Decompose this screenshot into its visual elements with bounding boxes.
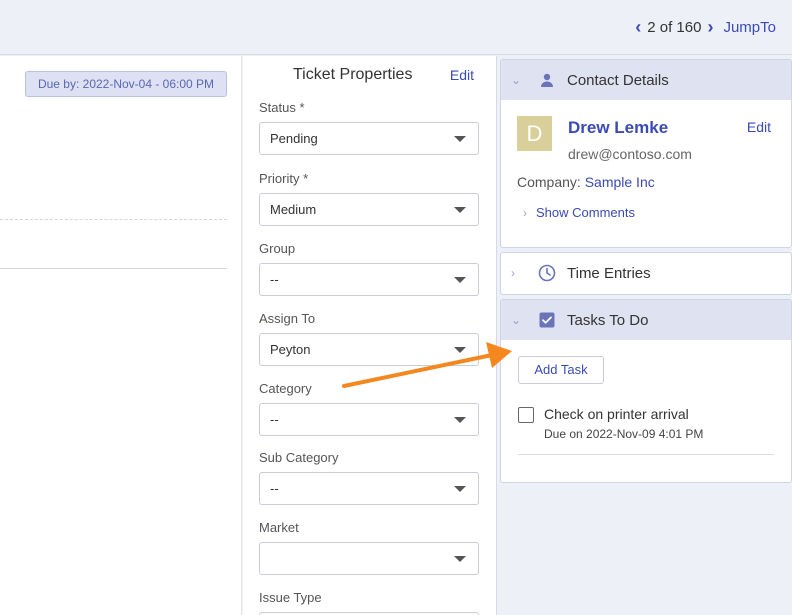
tasks-header[interactable]: ⌄ Tasks To Do bbox=[501, 300, 791, 340]
task-item: Check on printer arrival Due on 2022-Nov… bbox=[518, 406, 703, 441]
dropdown-caret-icon bbox=[454, 486, 466, 492]
ticket-properties-title: Ticket Properties bbox=[293, 66, 413, 83]
task-checkbox[interactable] bbox=[518, 407, 534, 423]
status-label: Status * bbox=[259, 100, 305, 115]
task-title: Check on printer arrival bbox=[544, 406, 689, 422]
dropdown-caret-icon bbox=[454, 347, 466, 353]
group-label: Group bbox=[259, 241, 296, 256]
dropdown-caret-icon bbox=[454, 417, 466, 423]
ticket-pager: ‹ 2 of 160 › JumpTo bbox=[629, 18, 776, 36]
tasks-title: Tasks To Do bbox=[567, 311, 649, 329]
time-entries-title: Time Entries bbox=[567, 264, 651, 282]
ticket-properties-panel: Ticket Properties Edit Status * Pending … bbox=[243, 56, 496, 615]
previous-ticket-icon[interactable]: ‹ bbox=[635, 18, 641, 36]
assign-to-select[interactable]: Peyton bbox=[259, 333, 479, 366]
time-entries-header[interactable]: › Time Entries bbox=[501, 253, 791, 293]
due-by-badge: Due by: 2022-Nov-04 - 06:00 PM bbox=[25, 71, 227, 97]
sub-category-label: Sub Category bbox=[259, 450, 339, 465]
solid-divider bbox=[0, 268, 227, 269]
contact-details-header[interactable]: ⌄ Contact Details bbox=[501, 60, 791, 100]
dropdown-caret-icon bbox=[454, 207, 466, 213]
market-select[interactable] bbox=[259, 542, 479, 575]
dashed-divider bbox=[0, 219, 227, 220]
ticket-sidebar: ⌄ Contact Details D Drew Lemke Edit drew… bbox=[496, 56, 792, 615]
priority-label: Priority * bbox=[259, 171, 309, 186]
contact-company: Company: Sample Inc bbox=[517, 174, 655, 190]
add-task-button[interactable]: Add Task bbox=[518, 356, 604, 384]
category-select[interactable]: -- bbox=[259, 403, 479, 436]
category-label: Category bbox=[259, 381, 312, 396]
contact-details-card: ⌄ Contact Details D Drew Lemke Edit drew… bbox=[500, 59, 792, 248]
avatar: D bbox=[517, 116, 552, 151]
person-icon bbox=[537, 70, 557, 90]
dropdown-caret-icon bbox=[454, 136, 466, 142]
top-bar: ‹ 2 of 160 › JumpTo bbox=[0, 0, 792, 55]
market-label: Market bbox=[259, 520, 299, 535]
dropdown-caret-icon bbox=[454, 277, 466, 283]
required-marker: * bbox=[299, 100, 305, 115]
show-comments-label: Show Comments bbox=[536, 205, 635, 220]
next-ticket-icon[interactable]: › bbox=[707, 18, 713, 36]
company-link[interactable]: Sample Inc bbox=[585, 174, 655, 190]
jump-to-link[interactable]: JumpTo bbox=[723, 19, 776, 36]
company-label: Company: bbox=[517, 174, 581, 190]
contact-name-link[interactable]: Drew Lemke bbox=[568, 118, 668, 138]
contact-details-title: Contact Details bbox=[567, 71, 669, 89]
chevron-right-icon: › bbox=[523, 205, 527, 220]
pager-position: 2 of 160 bbox=[647, 18, 702, 36]
priority-select[interactable]: Medium bbox=[259, 193, 479, 226]
task-divider bbox=[518, 454, 774, 455]
issue-type-label: Issue Type bbox=[259, 590, 322, 605]
task-due-date: Due on 2022-Nov-09 4:01 PM bbox=[544, 427, 704, 441]
show-comments-toggle[interactable]: › Show Comments bbox=[523, 205, 635, 220]
dropdown-caret-icon bbox=[454, 556, 466, 562]
chevron-down-icon: ⌄ bbox=[511, 313, 522, 327]
time-entries-card: › Time Entries bbox=[500, 252, 792, 295]
contact-email: drew@contoso.com bbox=[568, 146, 692, 162]
ticket-properties-edit-link[interactable]: Edit bbox=[450, 67, 474, 83]
checkbox-checked-icon bbox=[537, 310, 557, 330]
chevron-down-icon: ⌄ bbox=[511, 73, 522, 87]
status-select[interactable]: Pending bbox=[259, 122, 479, 155]
ticket-conversation-pane: Due by: 2022-Nov-04 - 06:00 PM bbox=[0, 56, 242, 615]
tasks-card: ⌄ Tasks To Do Add Task Check on printer … bbox=[500, 299, 792, 483]
contact-edit-link[interactable]: Edit bbox=[747, 119, 771, 135]
sub-category-select[interactable]: -- bbox=[259, 472, 479, 505]
chevron-right-icon: › bbox=[511, 266, 515, 280]
required-marker: * bbox=[303, 171, 309, 186]
group-select[interactable]: -- bbox=[259, 263, 479, 296]
assign-to-label: Assign To bbox=[259, 311, 316, 326]
clock-icon bbox=[537, 263, 557, 283]
